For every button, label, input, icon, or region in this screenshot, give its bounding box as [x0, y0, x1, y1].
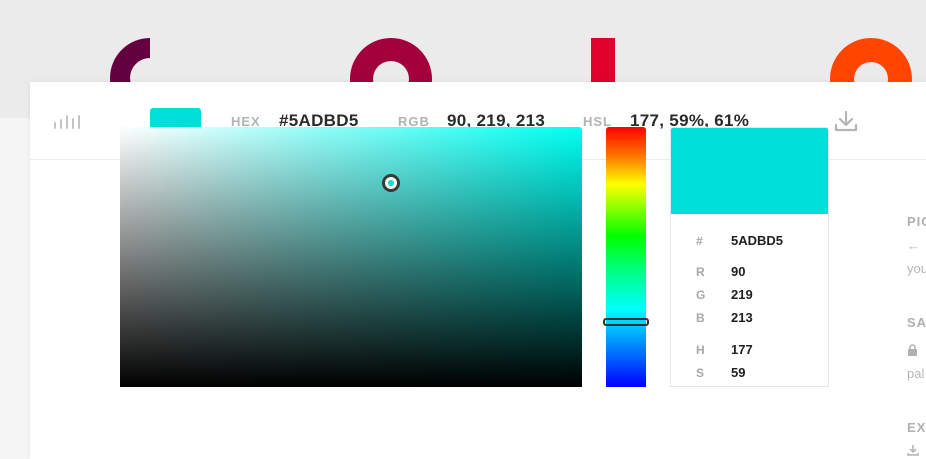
lock-icon	[908, 344, 917, 356]
detail-label: S	[696, 366, 705, 380]
save-description: pal	[907, 366, 925, 381]
color-preview-swatch	[671, 128, 828, 214]
detail-value[interactable]: 90	[731, 264, 745, 279]
detail-value[interactable]: 219	[731, 287, 753, 302]
export-icon[interactable]	[907, 444, 919, 456]
detail-label: #	[696, 234, 703, 248]
export-heading: EX	[907, 420, 926, 435]
color-cursor[interactable]	[382, 174, 400, 192]
hue-slider[interactable]	[606, 127, 646, 387]
hue-slider-handle[interactable]	[603, 318, 649, 326]
pick-arrow-icon: ←	[907, 238, 920, 253]
saturation-lightness-panel[interactable]	[120, 127, 582, 387]
detail-label: R	[696, 265, 705, 279]
detail-label: G	[696, 288, 706, 302]
save-heading: SA	[907, 315, 926, 330]
pick-heading: PIC	[907, 214, 926, 229]
color-details-card: #5ADBD5 R 90 G 219 B 213 H 177 S 59	[670, 127, 829, 387]
pick-description: you	[907, 261, 926, 276]
download-icon[interactable]	[834, 110, 858, 132]
detail-label: B	[696, 311, 705, 325]
detail-value[interactable]: 5ADBD5	[731, 233, 783, 248]
bars-icon[interactable]	[54, 113, 80, 129]
detail-label: H	[696, 343, 705, 357]
detail-value[interactable]: 177	[731, 342, 753, 357]
detail-value[interactable]: 213	[731, 310, 753, 325]
detail-value[interactable]: 59	[731, 365, 745, 380]
